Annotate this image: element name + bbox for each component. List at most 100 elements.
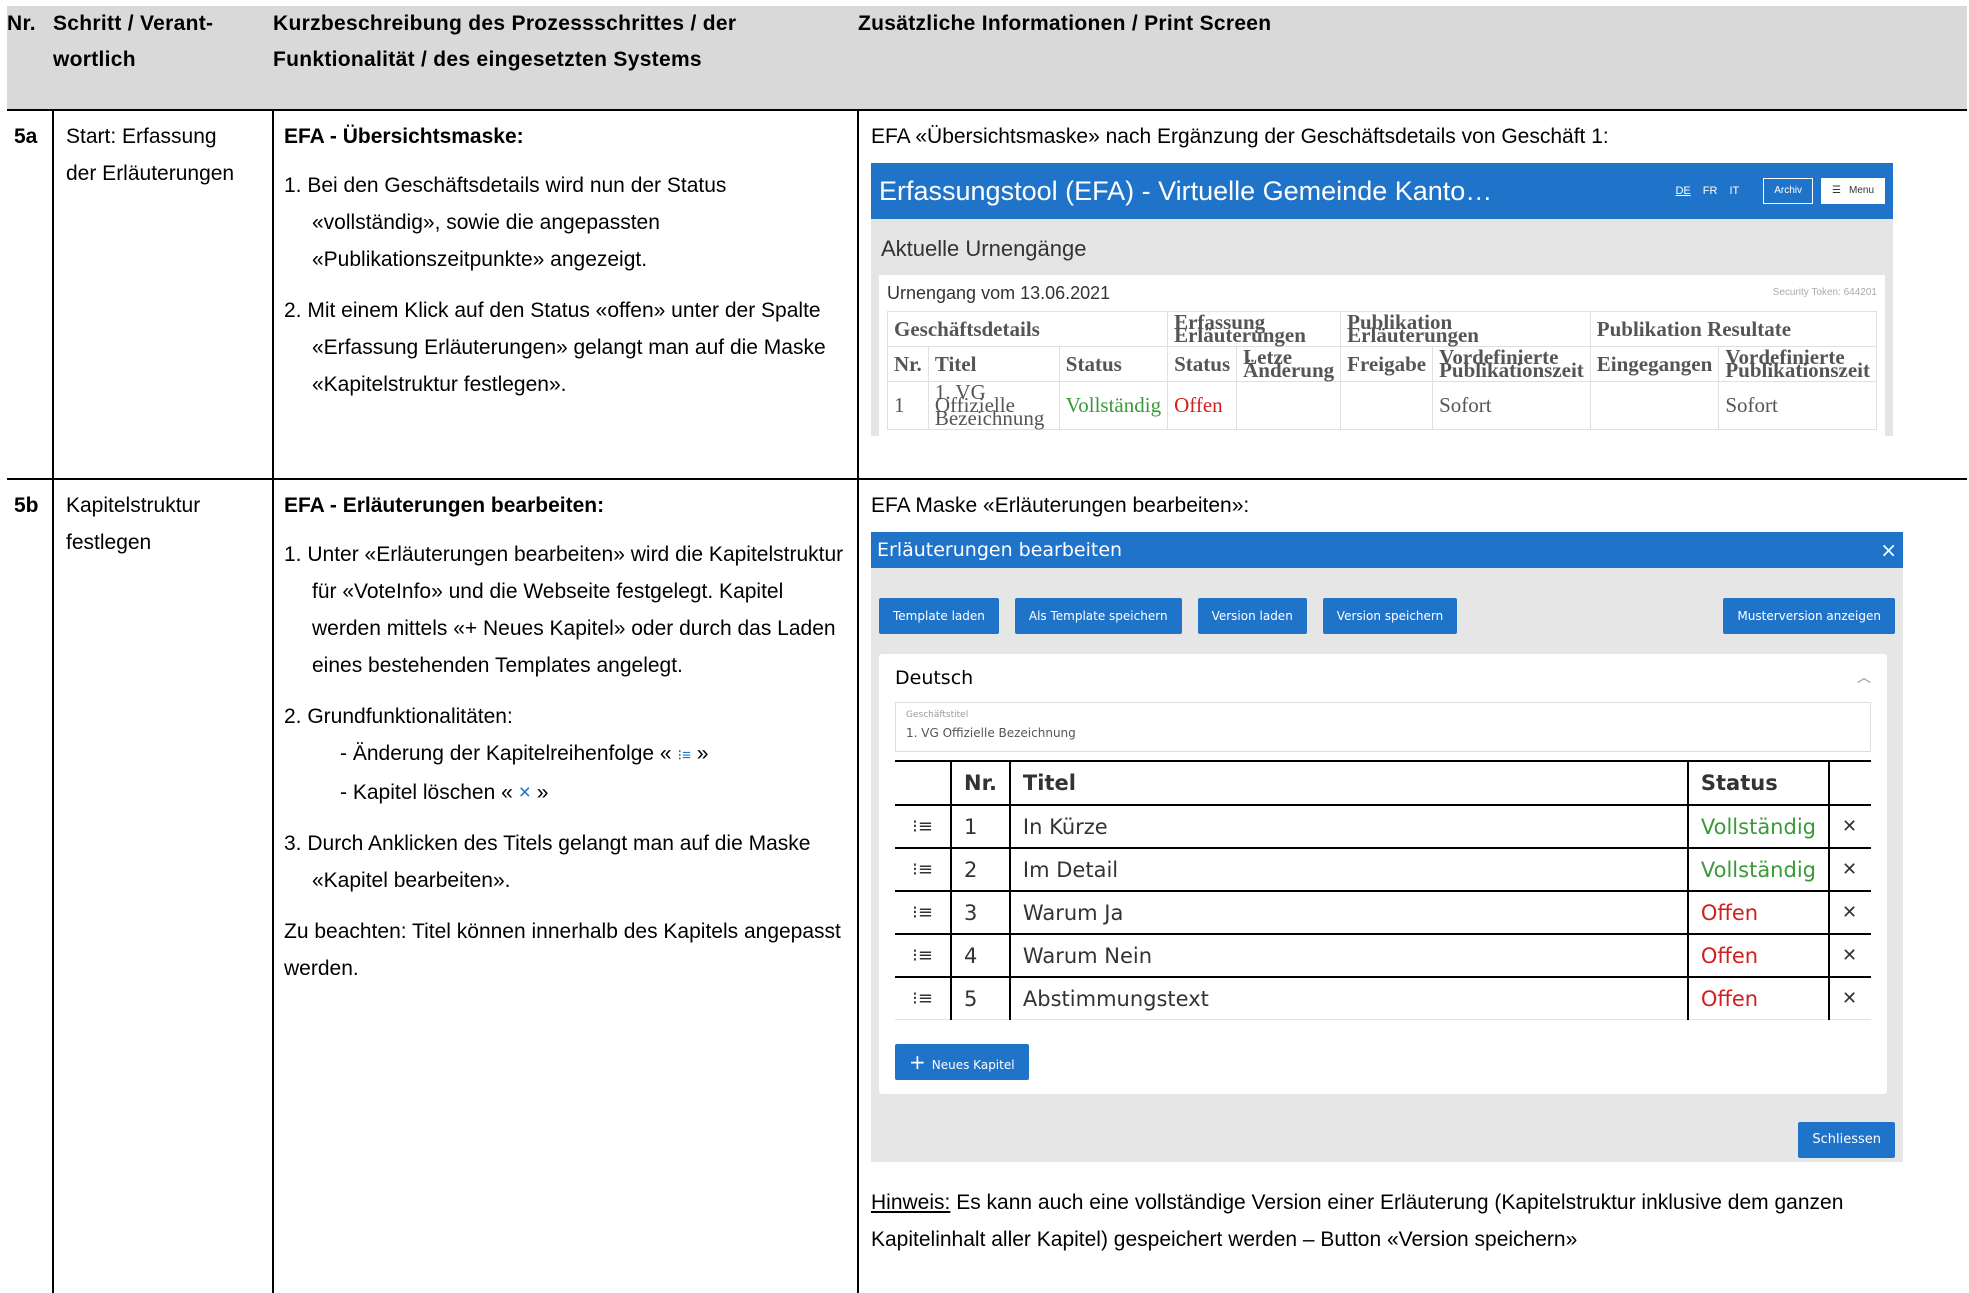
column-header: Titel — [1009, 760, 1689, 806]
group-header: Geschäftsdetails — [886, 311, 1169, 347]
chapter-title-link[interactable]: Warum Ja — [1009, 890, 1689, 935]
reorder-icon[interactable]: ⁝≡ — [895, 847, 952, 892]
archive-button[interactable]: Archiv — [1763, 178, 1814, 204]
status-open-link[interactable]: Offen — [1167, 381, 1238, 430]
panel-title: Deutsch — [895, 667, 974, 689]
dialog-title: Erläuterungen bearbeiten — [877, 538, 1123, 561]
table-row: 1 1. VG Offizielle Bezeichnung Vollständ… — [887, 381, 1877, 430]
card-title: Urnengang vom 13.06.2021 — [887, 283, 1111, 303]
add-chapter-button[interactable]: + Neues Kapitel — [895, 1044, 1029, 1080]
table-row: ⁝≡ 2 Im Detail Vollständig ✕ — [895, 847, 1871, 892]
lang-fr[interactable]: FR — [1703, 173, 1718, 210]
table-row-5a: 5a Start: Erfassung der Erläuterungen EFA… — [7, 109, 1967, 479]
row-info: EFA Maske «Erläuterungen bearbeiten»: Er… — [858, 478, 1967, 1293]
language-panel: Deutsch ︿ Geschäftstitel 1. VG Offizielle… — [879, 654, 1887, 1094]
delete-icon[interactable]: ✕ — [1829, 890, 1871, 935]
delete-icon[interactable]: ✕ — [1829, 933, 1871, 978]
delete-icon[interactable]: ✕ — [1829, 976, 1871, 1020]
column-header: Eingegangen — [1589, 346, 1720, 382]
desc-title: EFA - Übersichtsmaske: — [284, 125, 524, 148]
column-header: Status — [1058, 346, 1169, 382]
hint-text: Es kann auch eine vollständige Version e… — [871, 1191, 1844, 1251]
reorder-icon: ⁝≡ — [677, 747, 691, 764]
chevron-up-icon[interactable]: ︿ — [1857, 664, 1871, 692]
status-badge: Offen — [1687, 976, 1831, 1020]
table-row: ⁝≡ 5 Abstimmungstext Offen ✕ — [895, 976, 1871, 1020]
status-badge: Offen — [1687, 933, 1831, 978]
reorder-icon[interactable]: ⁝≡ — [895, 804, 952, 849]
menu-button[interactable]: ☰ Menu — [1821, 178, 1885, 204]
table-header: Nr. Schritt / Verant-wortlich Kurzbeschr… — [7, 6, 1967, 110]
column-header: Nr. — [887, 346, 929, 382]
hint-label: Hinweis: — [871, 1191, 951, 1214]
info-text: EFA «Übersichtsmaske» nach Ergänzung der… — [871, 125, 1609, 148]
header-nr: Nr. — [7, 6, 53, 110]
save-template-button[interactable]: Als Template speichern — [1014, 598, 1182, 634]
table-row-5b: 5b Kapitelstruktur festlegen EFA - Erläut… — [7, 478, 1967, 1293]
chapter-title-link[interactable]: Im Detail — [1009, 847, 1689, 892]
group-header: Publikation Resultate — [1589, 311, 1878, 347]
show-sample-version-button[interactable]: Musterversion anzeigen — [1723, 598, 1895, 634]
group-header: Publikation Erläuterungen — [1340, 311, 1591, 347]
table-row: ⁝≡ 3 Warum Ja Offen ✕ — [895, 890, 1871, 935]
header-info: Zusätzliche Informationen / Print Screen — [858, 6, 1967, 110]
chapter-title-link[interactable]: Warum Nein — [1009, 933, 1689, 978]
column-header: Titel — [927, 346, 1060, 382]
chapter-title-link[interactable]: Abstimmungstext — [1009, 976, 1689, 1020]
delete-icon[interactable]: ✕ — [1829, 804, 1871, 849]
row-nr: 5b — [7, 478, 54, 1293]
close-icon[interactable]: × — [1880, 532, 1897, 569]
lang-it[interactable]: IT — [1729, 173, 1739, 210]
column-header: Vordefinierte Publikationszeit — [1432, 346, 1591, 382]
security-token: Security Token: 644201 — [1772, 287, 1877, 298]
app-bar: Erfassungstool (EFA) - Virtuelle Gemeind… — [871, 163, 1893, 219]
field-label: Geschäftstitel — [906, 710, 969, 720]
row-step: Kapitelstruktur festlegen — [53, 478, 274, 1293]
reorder-icon[interactable]: ⁝≡ — [895, 890, 952, 935]
business-title-field[interactable]: Geschäftstitel 1. VG Offizielle Bezeichn… — [895, 702, 1871, 752]
load-template-button[interactable]: Template laden — [879, 598, 999, 634]
row-description: EFA - Übersichtsmaske: 1. Bei den Geschä… — [273, 109, 859, 479]
desc-item: 1. Bei den Geschäftsdetails wird nun der… — [284, 174, 727, 271]
close-button[interactable]: Schliessen — [1798, 1122, 1895, 1158]
status-badge: Vollständig — [1058, 381, 1169, 430]
lang-de[interactable]: DE — [1675, 173, 1690, 210]
toolbar: Template laden Als Template speichern Ve… — [879, 598, 1895, 634]
save-version-button[interactable]: Version speichern — [1322, 598, 1458, 634]
column-header: Vordefinierte Publikationszeit — [1718, 346, 1877, 382]
load-version-button[interactable]: Version laden — [1197, 598, 1307, 634]
hamburger-icon: ☰ — [1832, 185, 1841, 196]
desc-item: 3. Durch Anklicken des Titels gelangt ma… — [284, 832, 811, 892]
header-desc: Kurzbeschreibung des Prozessschrittes / … — [273, 6, 858, 110]
row-description: EFA - Erläuterungen bearbeiten: 1. Unter… — [273, 478, 859, 1293]
status-badge: Vollständig — [1687, 804, 1831, 849]
dialog-title-bar: Erläuterungen bearbeiten × — [871, 532, 1903, 568]
field-value: 1. VG Offizielle Bezeichnung — [906, 726, 1076, 740]
screenshot-edit-dialog: Erläuterungen bearbeiten × Template lade… — [871, 532, 1903, 1162]
delete-icon[interactable]: ✕ — [1829, 847, 1871, 892]
reorder-icon[interactable]: ⁝≡ — [895, 976, 952, 1020]
chapter-title-link[interactable]: In Kürze — [1009, 804, 1689, 849]
chapter-table: Nr. Titel Status ⁝≡ 1 In Kürze Vollständ… — [895, 760, 1871, 1020]
hint-note: Hinweis: Es kann auch eine vollständige … — [871, 1184, 1957, 1258]
column-header: Letze Änderung — [1236, 346, 1342, 382]
screenshot-overview: Erfassungstool (EFA) - Virtuelle Gemeind… — [871, 163, 1893, 436]
column-header: Status — [1687, 760, 1831, 806]
column-header: Nr. — [951, 760, 1011, 806]
desc-note: Zu beachten: Titel können innerhalb des … — [284, 920, 841, 980]
reorder-icon[interactable]: ⁝≡ — [895, 933, 952, 978]
app-title: Erfassungstool (EFA) - Virtuelle Gemeind… — [879, 175, 1493, 206]
desc-item: 1. Unter «Erläuterungen bearbeiten» wird… — [284, 543, 844, 677]
language-switch: DE FR IT — [1675, 173, 1739, 210]
business-title-link[interactable]: 1. VG Offizielle Bezeichnung — [927, 381, 1060, 430]
desc-item: 2. Mit einem Klick auf den Status «offen… — [284, 299, 826, 396]
header-step: Schritt / Verant-wortlich — [53, 6, 273, 110]
row-step: Start: Erfassung der Erläuterungen — [53, 109, 274, 479]
delete-icon: × — [518, 781, 531, 804]
status-badge: Offen — [1687, 890, 1831, 935]
row-info: EFA «Übersichtsmaske» nach Ergänzung der… — [858, 109, 1967, 479]
table-row: ⁝≡ 1 In Kürze Vollständig ✕ — [895, 804, 1871, 849]
column-header: Freigabe — [1340, 346, 1434, 382]
row-nr: 5a — [7, 109, 54, 479]
page-title: Aktuelle Urnengänge — [881, 236, 1087, 261]
